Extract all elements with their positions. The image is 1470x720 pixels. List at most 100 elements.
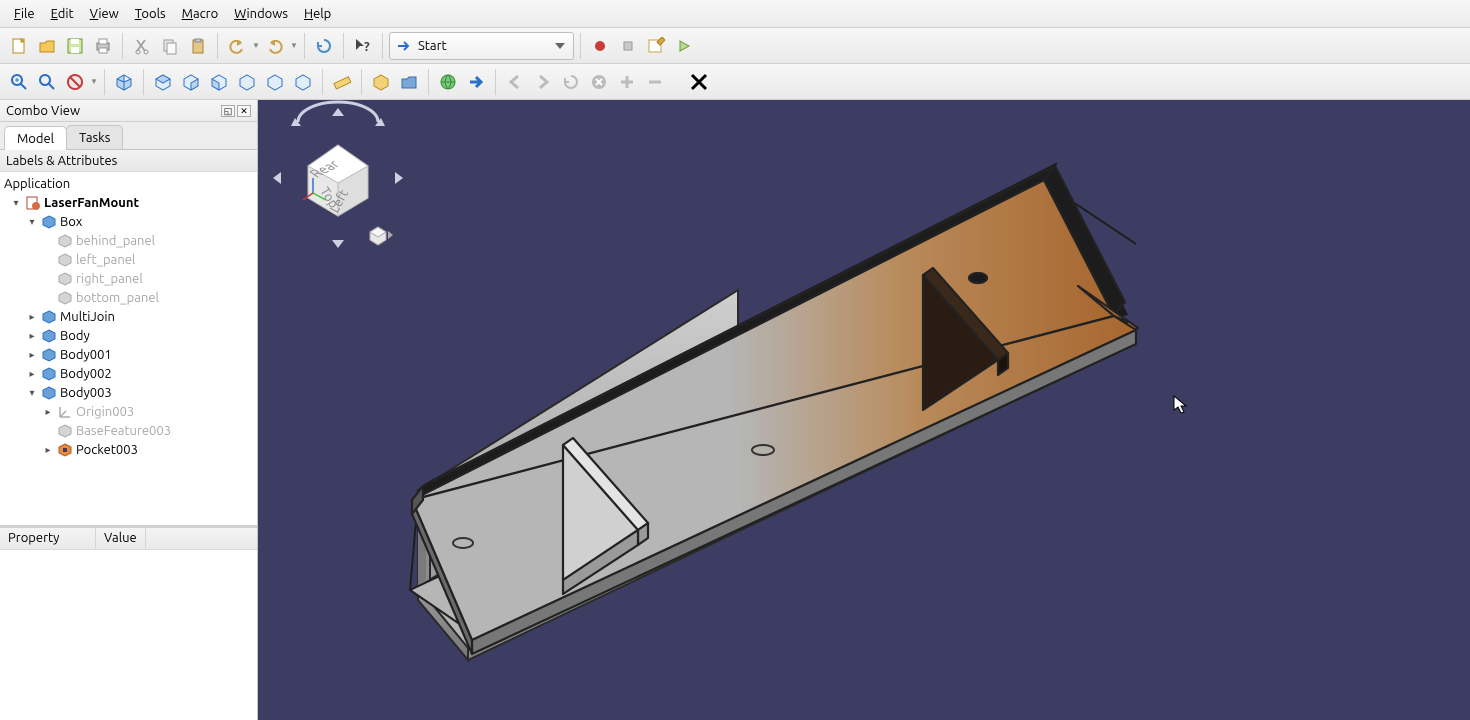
tree-multijoin[interactable]: ▸ MultiJoin bbox=[0, 307, 257, 326]
value-column-header[interactable]: Value bbox=[96, 528, 146, 549]
tree-application[interactable]: Application bbox=[0, 174, 257, 193]
menu-help[interactable]: Help bbox=[296, 3, 339, 25]
undo-dropdown-icon[interactable]: ▼ bbox=[252, 41, 260, 50]
web-icon[interactable] bbox=[435, 69, 461, 95]
start-workbench-icon bbox=[396, 38, 412, 54]
zoom-selection-icon[interactable] bbox=[34, 69, 60, 95]
whats-this-icon[interactable]: ? bbox=[350, 33, 376, 59]
refresh-icon[interactable] bbox=[311, 33, 337, 59]
measure-icon[interactable] bbox=[329, 69, 355, 95]
nav-reload-icon[interactable] bbox=[558, 69, 584, 95]
redo-icon[interactable] bbox=[262, 33, 288, 59]
close-icon[interactable] bbox=[686, 69, 712, 95]
toolbar-view: ▼ bbox=[0, 64, 1470, 100]
expand-icon[interactable]: ▸ bbox=[26, 330, 38, 342]
view-isometric-icon[interactable] bbox=[111, 69, 137, 95]
document-icon bbox=[26, 196, 40, 210]
tree-box[interactable]: ▾ Box bbox=[0, 212, 257, 231]
menubar: File Edit View Tools Macro Windows Help bbox=[0, 0, 1470, 28]
panel-float-icon[interactable]: ◱ bbox=[221, 105, 235, 117]
expand-icon[interactable]: ▸ bbox=[26, 349, 38, 361]
copy-icon[interactable] bbox=[157, 33, 183, 59]
view-right-icon[interactable] bbox=[206, 69, 232, 95]
cut-icon[interactable] bbox=[129, 33, 155, 59]
group-icon[interactable] bbox=[396, 69, 422, 95]
tab-tasks[interactable]: Tasks bbox=[66, 125, 123, 149]
combo-view-titlebar: Combo View ◱ ✕ bbox=[0, 100, 257, 122]
zoom-fit-icon[interactable] bbox=[6, 69, 32, 95]
view-left-icon[interactable] bbox=[290, 69, 316, 95]
open-document-icon[interactable] bbox=[34, 33, 60, 59]
zoom-out-icon[interactable] bbox=[642, 69, 668, 95]
tab-model[interactable]: Model bbox=[4, 126, 67, 150]
menu-view[interactable]: View bbox=[82, 3, 127, 25]
save-document-icon[interactable] bbox=[62, 33, 88, 59]
cube-grey-icon bbox=[58, 234, 72, 248]
tree-origin003[interactable]: ▸ Origin003 bbox=[0, 402, 257, 421]
link-icon[interactable] bbox=[463, 69, 489, 95]
view-rear-icon[interactable] bbox=[234, 69, 260, 95]
print-icon[interactable] bbox=[90, 33, 116, 59]
pocket-icon bbox=[58, 443, 72, 457]
model-tree: Application ▾ LaserFanMount ▾ Box behind… bbox=[0, 172, 257, 525]
workbench-label: Start bbox=[418, 39, 447, 53]
combo-tabs: Model Tasks bbox=[0, 122, 257, 150]
labels-attributes-header[interactable]: Labels & Attributes bbox=[0, 150, 257, 172]
panel-close-icon[interactable]: ✕ bbox=[237, 105, 251, 117]
cube-icon bbox=[42, 215, 56, 229]
tree-behind-panel[interactable]: behind_panel bbox=[0, 231, 257, 250]
zoom-in-icon[interactable] bbox=[614, 69, 640, 95]
new-document-icon[interactable] bbox=[6, 33, 32, 59]
menu-edit[interactable]: Edit bbox=[43, 3, 82, 25]
toolbar-file: ▼ ▼ ? Start bbox=[0, 28, 1470, 64]
undo-icon[interactable] bbox=[224, 33, 250, 59]
view-bottom-icon[interactable] bbox=[262, 69, 288, 95]
cube-grey-icon bbox=[58, 424, 72, 438]
3d-viewport[interactable]: Rear Top Left bbox=[258, 100, 1470, 720]
macro-play-icon[interactable] bbox=[671, 33, 697, 59]
tree-document[interactable]: ▾ LaserFanMount bbox=[0, 193, 257, 212]
body-icon bbox=[42, 329, 56, 343]
part-icon[interactable] bbox=[368, 69, 394, 95]
tree-body002[interactable]: ▸ Body002 bbox=[0, 364, 257, 383]
expand-icon[interactable]: ▾ bbox=[10, 197, 22, 209]
nav-forward-icon[interactable] bbox=[530, 69, 556, 95]
menu-macro[interactable]: Macro bbox=[174, 3, 227, 25]
draw-style-icon[interactable] bbox=[62, 69, 88, 95]
view-front-icon[interactable] bbox=[150, 69, 176, 95]
menu-tools[interactable]: Tools bbox=[127, 3, 174, 25]
mouse-cursor-icon bbox=[1173, 395, 1187, 415]
draw-style-dropdown-icon[interactable]: ▼ bbox=[90, 77, 98, 86]
tree-bottom-panel[interactable]: bottom_panel bbox=[0, 288, 257, 307]
tree-pocket003[interactable]: ▸ Pocket003 bbox=[0, 440, 257, 459]
tree-body[interactable]: ▸ Body bbox=[0, 326, 257, 345]
macro-stop-icon[interactable] bbox=[615, 33, 641, 59]
expand-icon[interactable]: ▸ bbox=[26, 311, 38, 323]
redo-dropdown-icon[interactable]: ▼ bbox=[290, 41, 298, 50]
view-top-icon[interactable] bbox=[178, 69, 204, 95]
tree-left-panel[interactable]: left_panel bbox=[0, 250, 257, 269]
cube-grey-icon bbox=[58, 272, 72, 286]
cube-grey-icon bbox=[58, 291, 72, 305]
tree-right-panel[interactable]: right_panel bbox=[0, 269, 257, 288]
part-render bbox=[258, 100, 1470, 720]
expand-icon[interactable]: ▸ bbox=[26, 368, 38, 380]
expand-icon[interactable]: ▸ bbox=[42, 444, 54, 456]
svg-text:?: ? bbox=[364, 40, 370, 54]
expand-icon[interactable]: ▾ bbox=[26, 387, 38, 399]
menu-file[interactable]: File bbox=[6, 3, 43, 25]
nav-back-icon[interactable] bbox=[502, 69, 528, 95]
property-column-header[interactable]: Property bbox=[0, 528, 96, 549]
nav-stop-icon[interactable] bbox=[586, 69, 612, 95]
macro-edit-icon[interactable] bbox=[643, 33, 669, 59]
tree-basefeature003[interactable]: BaseFeature003 bbox=[0, 421, 257, 440]
body-icon bbox=[42, 386, 56, 400]
expand-icon[interactable]: ▾ bbox=[26, 216, 38, 228]
expand-icon[interactable]: ▸ bbox=[42, 406, 54, 418]
tree-body001[interactable]: ▸ Body001 bbox=[0, 345, 257, 364]
menu-windows[interactable]: Windows bbox=[226, 3, 296, 25]
workbench-selector[interactable]: Start bbox=[389, 32, 574, 60]
macro-record-icon[interactable] bbox=[587, 33, 613, 59]
tree-body003[interactable]: ▾ Body003 bbox=[0, 383, 257, 402]
paste-icon[interactable] bbox=[185, 33, 211, 59]
